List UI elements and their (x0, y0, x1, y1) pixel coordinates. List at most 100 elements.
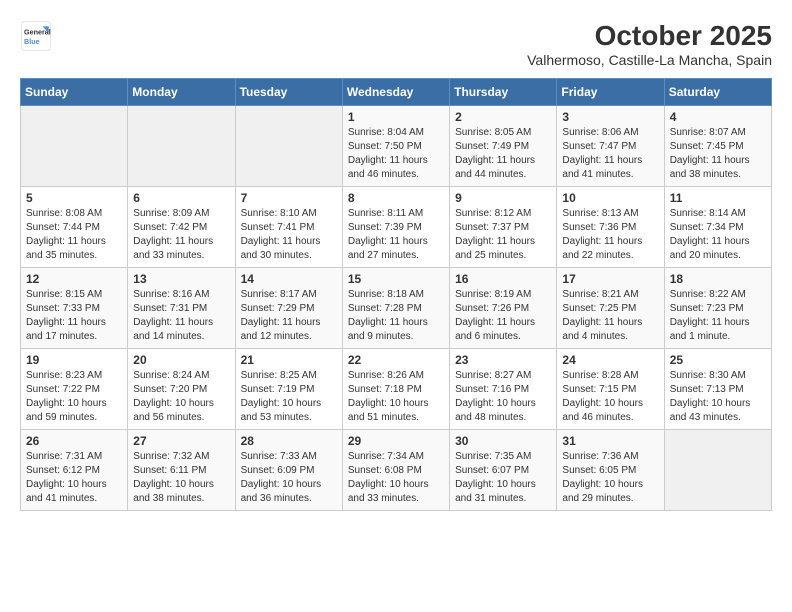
calendar-week-1: 1Sunrise: 8:04 AMSunset: 7:50 PMDaylight… (21, 106, 772, 187)
weekday-header-wednesday: Wednesday (342, 79, 449, 106)
calendar-cell: 5 Sunrise: 8:08 AMSunset: 7:44 PMDaylight… (21, 187, 128, 268)
calendar-cell (21, 106, 128, 187)
day-number: 4 (670, 110, 766, 124)
calendar-cell: 6 Sunrise: 8:09 AMSunset: 7:42 PMDaylight… (128, 187, 235, 268)
day-number: 17 (562, 272, 658, 286)
calendar-cell: 8 Sunrise: 8:11 AMSunset: 7:39 PMDaylight… (342, 187, 449, 268)
day-info: Sunrise: 8:18 AMSunset: 7:28 PMDaylight:… (348, 288, 444, 344)
day-number: 15 (348, 272, 444, 286)
calendar-cell (128, 106, 235, 187)
day-number: 5 (26, 191, 122, 205)
calendar-cell: 19 Sunrise: 8:23 AMSunset: 7:22 PMDayligh… (21, 349, 128, 430)
calendar-cell: 28 Sunrise: 7:33 AMSunset: 6:09 PMDayligh… (235, 430, 342, 511)
calendar-cell: 14 Sunrise: 8:17 AMSunset: 7:29 PMDayligh… (235, 268, 342, 349)
calendar-cell: 15 Sunrise: 8:18 AMSunset: 7:28 PMDayligh… (342, 268, 449, 349)
calendar-cell: 29Sunrise: 7:34 AMSunset: 6:08 PMDayligh… (342, 430, 449, 511)
page-header: General Blue October 2025 Valhermoso, Ca… (20, 20, 772, 68)
day-info: Sunrise: 8:23 AMSunset: 7:22 PMDaylight:… (26, 369, 122, 425)
day-number: 29 (348, 434, 444, 448)
title-block: October 2025 Valhermoso, Castille-La Man… (527, 20, 772, 68)
calendar-title: October 2025 (527, 20, 772, 52)
day-info: Sunrise: 8:24 AMSunset: 7:20 PMDaylight:… (133, 369, 229, 425)
day-number: 22 (348, 353, 444, 367)
day-number: 11 (670, 191, 766, 205)
day-number: 13 (133, 272, 229, 286)
day-info: Sunrise: 8:17 AMSunset: 7:29 PMDaylight:… (241, 288, 337, 344)
day-info: Sunrise: 7:35 AMSunset: 6:07 PMDaylight:… (455, 450, 551, 506)
calendar-week-2: 5 Sunrise: 8:08 AMSunset: 7:44 PMDaylight… (21, 187, 772, 268)
day-info: Sunrise: 8:10 AMSunset: 7:41 PMDaylight:… (241, 207, 337, 263)
day-number: 7 (241, 191, 337, 205)
day-number: 8 (348, 191, 444, 205)
day-number: 24 (562, 353, 658, 367)
calendar-cell: 26 Sunrise: 7:31 AMSunset: 6:12 PMDayligh… (21, 430, 128, 511)
day-number: 21 (241, 353, 337, 367)
calendar-cell: 13 Sunrise: 8:16 AMSunset: 7:31 PMDayligh… (128, 268, 235, 349)
weekday-header-row: SundayMondayTuesdayWednesdayThursdayFrid… (21, 79, 772, 106)
day-info: Sunrise: 8:15 AMSunset: 7:33 PMDaylight:… (26, 288, 122, 344)
calendar-cell (235, 106, 342, 187)
weekday-header-monday: Monday (128, 79, 235, 106)
calendar-table: SundayMondayTuesdayWednesdayThursdayFrid… (20, 78, 772, 511)
calendar-cell: 27 Sunrise: 7:32 AMSunset: 6:11 PMDayligh… (128, 430, 235, 511)
calendar-cell: 3 Sunrise: 8:06 AMSunset: 7:47 PMDaylight… (557, 106, 664, 187)
day-info: Sunrise: 8:14 AMSunset: 7:34 PMDaylight:… (670, 207, 766, 263)
day-info: Sunrise: 8:13 AMSunset: 7:36 PMDaylight:… (562, 207, 658, 263)
day-info: Sunrise: 8:27 AMSunset: 7:16 PMDaylight:… (455, 369, 551, 425)
day-number: 30 (455, 434, 551, 448)
weekday-header-sunday: Sunday (21, 79, 128, 106)
calendar-cell: 21 Sunrise: 8:25 AMSunset: 7:19 PMDayligh… (235, 349, 342, 430)
day-info: Sunrise: 8:28 AMSunset: 7:15 PMDaylight:… (562, 369, 658, 425)
day-number: 20 (133, 353, 229, 367)
day-info: Sunrise: 8:22 AMSunset: 7:23 PMDaylight:… (670, 288, 766, 344)
weekday-header-friday: Friday (557, 79, 664, 106)
calendar-cell: 10 Sunrise: 8:13 AMSunset: 7:36 PMDayligh… (557, 187, 664, 268)
calendar-cell: 30 Sunrise: 7:35 AMSunset: 6:07 PMDayligh… (450, 430, 557, 511)
day-number: 10 (562, 191, 658, 205)
calendar-cell: 12 Sunrise: 8:15 AMSunset: 7:33 PMDayligh… (21, 268, 128, 349)
calendar-cell (664, 430, 771, 511)
day-number: 26 (26, 434, 122, 448)
weekday-header-tuesday: Tuesday (235, 79, 342, 106)
day-number: 28 (241, 434, 337, 448)
day-info: Sunrise: 8:06 AMSunset: 7:47 PMDaylight:… (562, 126, 658, 182)
logo-icon: General Blue (20, 20, 52, 52)
calendar-cell: 16Sunrise: 8:19 AMSunset: 7:26 PMDayligh… (450, 268, 557, 349)
svg-text:Blue: Blue (24, 37, 40, 46)
calendar-cell: 20 Sunrise: 8:24 AMSunset: 7:20 PMDayligh… (128, 349, 235, 430)
day-number: 27 (133, 434, 229, 448)
logo: General Blue (20, 20, 52, 52)
day-number: 6 (133, 191, 229, 205)
calendar-week-3: 12 Sunrise: 8:15 AMSunset: 7:33 PMDayligh… (21, 268, 772, 349)
day-number: 12 (26, 272, 122, 286)
day-number: 9 (455, 191, 551, 205)
day-info: Sunrise: 8:08 AMSunset: 7:44 PMDaylight:… (26, 207, 122, 263)
day-info: Sunrise: 8:30 AMSunset: 7:13 PMDaylight:… (670, 369, 766, 425)
calendar-cell: 1Sunrise: 8:04 AMSunset: 7:50 PMDaylight… (342, 106, 449, 187)
day-number: 23 (455, 353, 551, 367)
day-info: Sunrise: 7:32 AMSunset: 6:11 PMDaylight:… (133, 450, 229, 506)
day-info: Sunrise: 8:12 AMSunset: 7:37 PMDaylight:… (455, 207, 551, 263)
calendar-cell: 22Sunrise: 8:26 AMSunset: 7:18 PMDayligh… (342, 349, 449, 430)
calendar-cell: 7 Sunrise: 8:10 AMSunset: 7:41 PMDaylight… (235, 187, 342, 268)
day-number: 2 (455, 110, 551, 124)
calendar-week-4: 19 Sunrise: 8:23 AMSunset: 7:22 PMDayligh… (21, 349, 772, 430)
calendar-cell: 31Sunrise: 7:36 AMSunset: 6:05 PMDayligh… (557, 430, 664, 511)
day-number: 19 (26, 353, 122, 367)
calendar-week-5: 26 Sunrise: 7:31 AMSunset: 6:12 PMDayligh… (21, 430, 772, 511)
day-info: Sunrise: 8:16 AMSunset: 7:31 PMDaylight:… (133, 288, 229, 344)
calendar-cell: 24 Sunrise: 8:28 AMSunset: 7:15 PMDayligh… (557, 349, 664, 430)
day-number: 14 (241, 272, 337, 286)
calendar-cell: 2Sunrise: 8:05 AMSunset: 7:49 PMDaylight… (450, 106, 557, 187)
day-number: 1 (348, 110, 444, 124)
day-info: Sunrise: 7:31 AMSunset: 6:12 PMDaylight:… (26, 450, 122, 506)
day-info: Sunrise: 8:11 AMSunset: 7:39 PMDaylight:… (348, 207, 444, 263)
day-info: Sunrise: 8:21 AMSunset: 7:25 PMDaylight:… (562, 288, 658, 344)
day-info: Sunrise: 8:25 AMSunset: 7:19 PMDaylight:… (241, 369, 337, 425)
calendar-cell: 17 Sunrise: 8:21 AMSunset: 7:25 PMDayligh… (557, 268, 664, 349)
weekday-header-saturday: Saturday (664, 79, 771, 106)
day-number: 3 (562, 110, 658, 124)
day-info: Sunrise: 8:09 AMSunset: 7:42 PMDaylight:… (133, 207, 229, 263)
calendar-cell: 18Sunrise: 8:22 AMSunset: 7:23 PMDayligh… (664, 268, 771, 349)
day-info: Sunrise: 7:33 AMSunset: 6:09 PMDaylight:… (241, 450, 337, 506)
